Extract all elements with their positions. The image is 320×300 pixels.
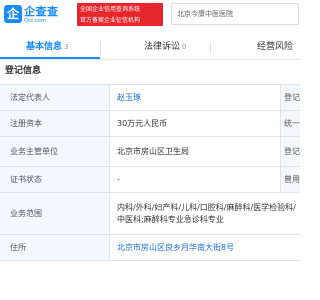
table-row: 业务范围 内科/外科/妇产科/儿科/口腔科/麻醉科/医学检验科/中医科;麻醉科专…: [0, 193, 300, 235]
row-value: 30万元人民币: [117, 118, 168, 128]
row-label-right: 登记: [280, 137, 300, 166]
table-row: 住所 北京市房山区良乡月华南大街8号: [0, 235, 300, 261]
row-label-right: 曾用: [280, 167, 300, 192]
tab-count: 0: [182, 43, 187, 51]
row-value: 北京市房山区卫生局: [117, 146, 189, 156]
row-label: 注册资本: [0, 111, 110, 136]
top-header: 企 企查查 Qcc.com 全国企业信用查询系统 官方备案企业征信机构 北京今康…: [0, 0, 300, 30]
badge-line-2: 官方备案企业征信机构: [80, 17, 141, 24]
table-row: 法定代表人 赵玉琢 登记: [0, 85, 300, 111]
badge-line-1: 全国企业信用查询系统: [80, 6, 141, 13]
table-row: 业务主管单位 北京市房山区卫生局 登记: [0, 137, 300, 167]
row-label: 住所: [0, 235, 110, 260]
row-label-right: 登记: [280, 85, 300, 110]
registration-table: 法定代表人 赵玉琢 登记 注册资本 30万元人民币 统一 业务主管单位 北京市房…: [0, 84, 300, 261]
tab-label: 基本信息: [26, 42, 63, 52]
tab-label: 经营风险: [257, 42, 294, 52]
tab-legal[interactable]: 法律诉讼 0: [144, 36, 186, 60]
tab-divider: [210, 42, 211, 54]
tab-business-risk[interactable]: 经营风险: [257, 36, 293, 60]
table-row: 注册资本 30万元人民币 统一: [0, 111, 300, 137]
tab-divider: [100, 42, 101, 54]
table-row: 证书状态 - 曾用: [0, 167, 300, 193]
row-label: 证书状态: [0, 167, 110, 192]
address-link[interactable]: 北京市房山区良乡月华南大街8号: [110, 235, 300, 260]
tabs-divider: [0, 59, 300, 60]
official-badge: 全国企业信用查询系统 官方备案企业征信机构: [77, 3, 163, 26]
section-title: 登记信息: [5, 66, 42, 76]
row-label-right: 统一: [280, 111, 300, 136]
tab-label: 法律诉讼: [144, 42, 181, 52]
tab-bar: 基本信息 3 法律诉讼 0 经营风险: [0, 36, 300, 60]
row-label: 业务主管单位: [0, 137, 110, 166]
row-label: 法定代表人: [0, 85, 110, 110]
logo-text[interactable]: 企查查: [24, 3, 59, 19]
row-value: -: [117, 174, 120, 184]
row-label: 业务范围: [0, 193, 110, 234]
logo-url-text: Qcc.com: [24, 18, 46, 24]
tab-count: 3: [64, 43, 69, 51]
row-value: 内科/外科/妇产科/儿科/口腔科/麻醉科/医学检验科/中医科;麻醉科专业急诊科专…: [117, 202, 296, 224]
search-input[interactable]: 北京今康中医医院: [171, 3, 299, 25]
legal-rep-link[interactable]: 赵玉琢: [110, 85, 280, 110]
qcc-logo-icon[interactable]: 企: [4, 5, 22, 23]
